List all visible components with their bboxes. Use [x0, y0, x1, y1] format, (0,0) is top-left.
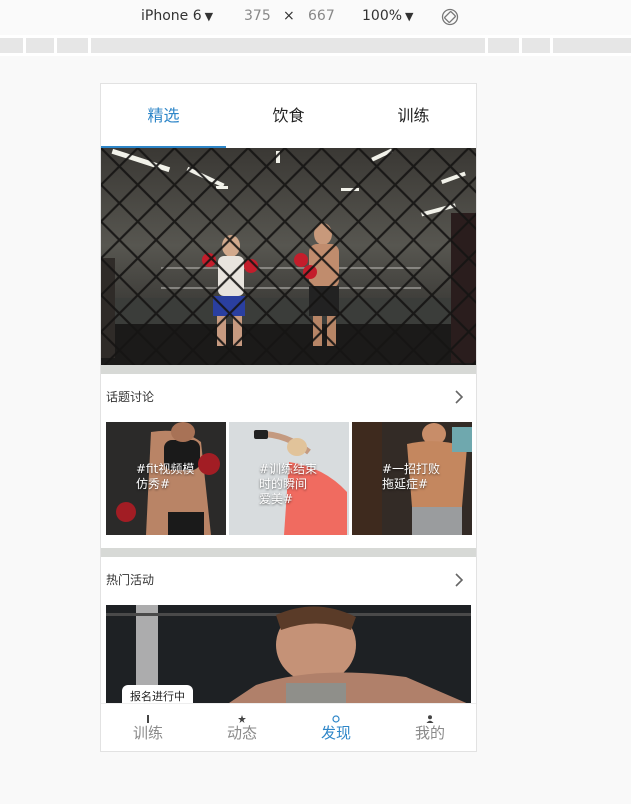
event-card[interactable]: 报名进行中 — [106, 605, 471, 705]
chevron-right-icon — [455, 390, 464, 404]
top-tabs: 精选 饮食 训练 — [101, 84, 476, 148]
rotate-icon[interactable] — [441, 8, 459, 26]
topics-title: 话题讨论 — [106, 390, 155, 404]
topic-list: #fit视频模 仿秀# #训练结束 时的瞬间 爱美# #一招打败 拖延症# — [106, 422, 472, 535]
tab-diet[interactable]: 饮食 — [226, 84, 351, 148]
topic-label: #fit视频模 仿秀# — [136, 462, 194, 492]
topic-label-line: #训练结束 — [259, 462, 318, 476]
topic-card[interactable]: #fit视频模 仿秀# — [106, 422, 226, 535]
bottom-nav: 训练 动态 发现 我的 — [101, 703, 476, 751]
zoom-value: 100% — [362, 8, 403, 24]
nav-me[interactable]: 我的 — [383, 704, 476, 751]
topics-header[interactable]: 话题讨论 — [101, 374, 476, 420]
times-sign: × — [283, 8, 295, 24]
device-name: iPhone 6 — [141, 8, 202, 24]
zoom-select[interactable]: 100% ▼ — [362, 8, 414, 24]
topic-card[interactable]: #训练结束 时的瞬间 爱美# — [229, 422, 349, 535]
width-input[interactable]: 375 — [244, 8, 271, 24]
ruler-segment[interactable] — [91, 38, 485, 53]
hero-image — [101, 148, 476, 365]
chevron-right-icon — [455, 573, 464, 587]
device-select[interactable]: iPhone 6 ▼ — [141, 8, 213, 24]
topic-label-line: 仿秀# — [136, 477, 171, 491]
ruler-segment[interactable] — [553, 38, 631, 53]
nav-label: 训练 — [132, 724, 163, 742]
event-status-badge: 报名进行中 — [122, 685, 193, 705]
topic-label: #训练结束 时的瞬间 爱美# — [259, 462, 317, 507]
events-title: 热门活动 — [106, 573, 155, 587]
topic-label-line: 爱美# — [259, 492, 294, 506]
caret-down-icon: ▼ — [405, 10, 414, 23]
height-input[interactable]: 667 — [308, 8, 335, 24]
ruler-segment[interactable] — [488, 38, 519, 53]
nav-train[interactable]: 训练 — [101, 704, 195, 751]
phone-viewport: 精选 饮食 训练 话题讨论 #fit视频模 仿秀# #训练结束 时的瞬间 爱美#… — [100, 83, 477, 752]
nav-label: 发现 — [320, 724, 351, 742]
ruler-segment[interactable] — [57, 38, 88, 53]
tab-training[interactable]: 训练 — [351, 84, 476, 148]
nav-label: 我的 — [414, 724, 445, 742]
topic-label-line: 拖延症# — [382, 477, 429, 491]
topic-label: #一招打败 拖延症# — [382, 462, 440, 492]
hero-banner[interactable] — [101, 148, 476, 365]
section-divider — [101, 548, 476, 557]
ruler-segment[interactable] — [26, 38, 54, 53]
section-divider — [101, 365, 476, 374]
nav-feed[interactable]: 动态 — [195, 704, 289, 751]
topic-label-line: #一招打败 — [382, 462, 441, 476]
nav-label: 动态 — [226, 724, 257, 742]
events-header[interactable]: 热门活动 — [101, 557, 476, 603]
media-query-ruler[interactable] — [0, 35, 631, 56]
topic-card[interactable]: #一招打败 拖延症# — [352, 422, 472, 535]
tab-featured[interactable]: 精选 — [101, 84, 226, 148]
device-toolbar: iPhone 6 ▼ 375 × 667 100% ▼ — [0, 0, 631, 35]
topic-label-line: 时的瞬间 — [259, 477, 308, 491]
ruler-segment[interactable] — [522, 38, 550, 53]
topic-label-line: #fit视频模 — [136, 462, 195, 476]
caret-down-icon: ▼ — [204, 10, 214, 23]
nav-discover[interactable]: 发现 — [289, 704, 383, 751]
ruler-segment[interactable] — [0, 38, 23, 53]
